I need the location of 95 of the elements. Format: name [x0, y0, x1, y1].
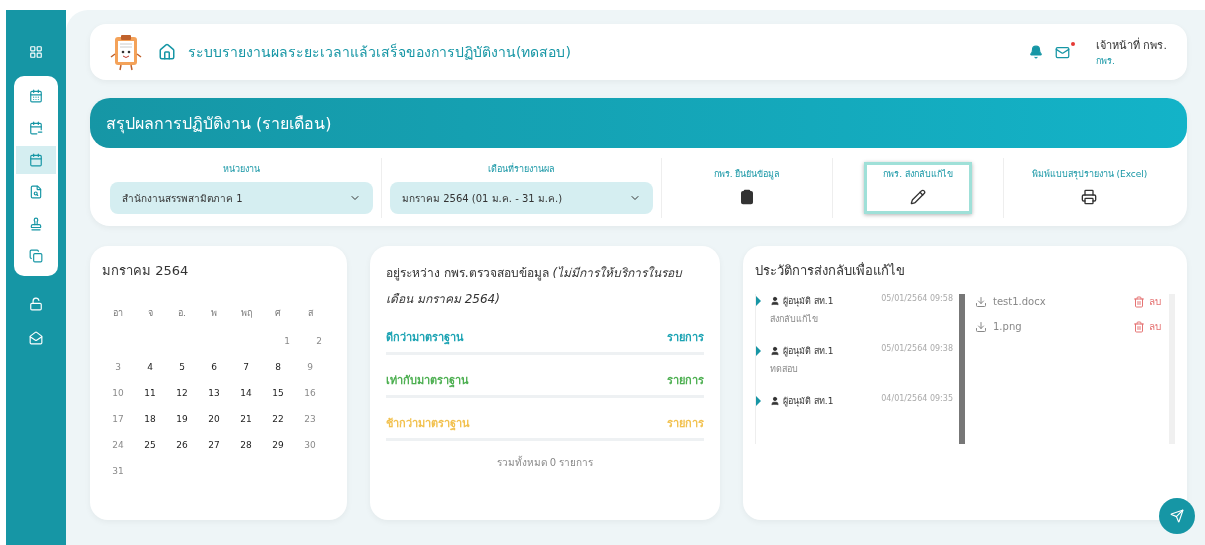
history-date: 05/01/2564 09:38 — [881, 344, 953, 355]
person-icon — [770, 346, 780, 356]
calendar-day[interactable]: 27 — [198, 436, 230, 454]
download-icon — [975, 295, 987, 308]
calendar-icon — [29, 89, 43, 103]
weekday-label: พ — [210, 307, 218, 320]
trash-icon — [1133, 295, 1145, 308]
calendar-day[interactable]: 1 — [271, 332, 303, 350]
stat-unit: รายการ — [667, 373, 704, 389]
timeline-marker — [756, 346, 761, 356]
history-user: ผู้อนุมัติ สท.1 — [770, 294, 882, 308]
calendar-day[interactable]: 11 — [134, 384, 166, 402]
calendar-day[interactable]: 5 — [166, 358, 198, 376]
user-name: เจ้าหน้าที่ กพร. — [1096, 36, 1167, 54]
calendar-title: มกราคม 2564 — [102, 262, 190, 280]
mail-icon[interactable] — [1055, 44, 1070, 60]
history-title: ประวัติการส่งกลับเพื่อแก้ไข — [755, 261, 906, 280]
trash-icon — [1133, 320, 1145, 333]
section-title: สรุปผลการปฏิบัติงาน (รายเดือน) — [106, 112, 332, 136]
calendar-day[interactable]: 21 — [230, 410, 262, 428]
calendar-day[interactable]: 18 — [134, 410, 166, 428]
home-icon[interactable] — [158, 43, 176, 61]
calendar-day[interactable]: 31 — [102, 462, 134, 480]
calendar-day[interactable]: 12 — [166, 384, 198, 402]
history-date: 04/01/2564 09:35 — [881, 394, 953, 405]
clipboard-icon — [739, 189, 755, 205]
calendar-day[interactable]: 22 — [262, 410, 294, 428]
calendar-day[interactable]: 7 — [230, 358, 262, 376]
document-icon — [29, 185, 43, 199]
person-icon — [770, 396, 780, 406]
history-note: ส่งกลับแก้ไข — [770, 313, 819, 326]
calendar-day[interactable]: 26 — [166, 436, 198, 454]
weekday-label: ศ — [274, 307, 282, 320]
user-role: กพร. — [1096, 55, 1116, 68]
calendar-day[interactable]: 10 — [102, 384, 134, 402]
calendar-day[interactable]: 23 — [294, 410, 326, 428]
bell-icon[interactable] — [1029, 45, 1043, 59]
calendar-day[interactable]: 24 — [102, 436, 134, 454]
app-title: ระบบรายงานผลระยะเวลาแล้วเสร็จของการปฏิบัติงาน(ทดสอบ) — [188, 42, 572, 62]
calendar-day[interactable]: 28 — [230, 436, 262, 454]
timeline-marker — [756, 296, 761, 306]
calendar-day[interactable]: 15 — [262, 384, 294, 402]
history-user: ผู้อนุมัติ สท.1 — [770, 344, 882, 358]
mail-open-icon — [29, 331, 43, 345]
history-note: ทดสอบ — [770, 363, 799, 376]
copy-icon — [29, 249, 43, 263]
stamp-icon — [29, 217, 43, 231]
weekday-label: จ — [146, 307, 154, 320]
action-button[interactable]: กพร. ส่งกลับแก้ไข — [864, 162, 972, 214]
calendar-day[interactable]: 17 — [102, 410, 134, 428]
dropdown[interactable]: มกราคม 2564 (01 ม.ค. - 31 ม.ค.) — [390, 182, 653, 214]
weekday-label: พฤ — [239, 307, 253, 320]
person-icon — [770, 296, 780, 306]
dashboard-icon — [29, 45, 43, 59]
download-icon — [975, 320, 987, 333]
calendar-day[interactable]: 14 — [230, 384, 262, 402]
timeline-marker — [756, 396, 761, 406]
calendar-day[interactable]: 8 — [262, 358, 294, 376]
calendar-day[interactable]: 9 — [294, 358, 326, 376]
printer-icon — [1081, 189, 1098, 205]
filter-label: หน่วยงาน — [223, 163, 260, 176]
calendar-day[interactable]: 2 — [303, 332, 335, 350]
dropdown[interactable]: สำนักงานสรรพสามิตภาค 1 — [110, 182, 373, 214]
history-date: 05/01/2564 09:58 — [881, 294, 953, 305]
file-link[interactable]: 1.png — [975, 320, 1022, 333]
calendar-day[interactable]: 6 — [198, 358, 230, 376]
stat-label: ช้ากว่ามาตราฐาน — [386, 416, 470, 432]
calendar-day[interactable]: 13 — [198, 384, 230, 402]
calendar-day[interactable]: 20 — [198, 410, 230, 428]
calendar-day[interactable]: 30 — [294, 436, 326, 454]
calendar-day[interactable]: 16 — [294, 384, 326, 402]
sidebar-item[interactable] — [16, 146, 56, 174]
send-icon — [1170, 509, 1184, 523]
history-user: ผู้อนุมัติ สท.1 — [770, 394, 882, 408]
stat-unit: รายการ — [667, 330, 704, 346]
weekday-label: อา — [112, 307, 124, 320]
file-link[interactable]: test1.docx — [975, 295, 1046, 308]
send-button[interactable] — [1159, 498, 1195, 534]
review-title: อยู่ระหว่าง กพร.ตรวจสอบข้อมูล (ไม่มีการให้บริการในรอบเดือน มกราคม 2564) — [386, 265, 684, 308]
calendar-icon — [29, 121, 43, 135]
stat-label: ดีกว่ามาตราฐาน — [386, 330, 464, 346]
calendar-day[interactable]: 29 — [262, 436, 294, 454]
calendar-day[interactable]: 19 — [166, 410, 198, 428]
total-count: รวมทั้งหมด 0 รายการ — [495, 455, 595, 470]
pencil-icon — [910, 189, 926, 205]
stat-unit: รายการ — [667, 416, 704, 432]
calendar-day[interactable]: 3 — [102, 358, 134, 376]
calendar-day[interactable]: 25 — [134, 436, 166, 454]
filter-label: เดือนที่รายงานผล — [488, 162, 555, 176]
unlock-icon — [29, 297, 43, 311]
weekday-label: อ. — [177, 307, 187, 320]
calendar-icon — [29, 153, 43, 167]
stat-label: เท่ากับมาตราฐาน — [386, 373, 469, 389]
calendar-day[interactable]: 4 — [134, 358, 166, 376]
weekday-label: ส — [306, 307, 314, 320]
